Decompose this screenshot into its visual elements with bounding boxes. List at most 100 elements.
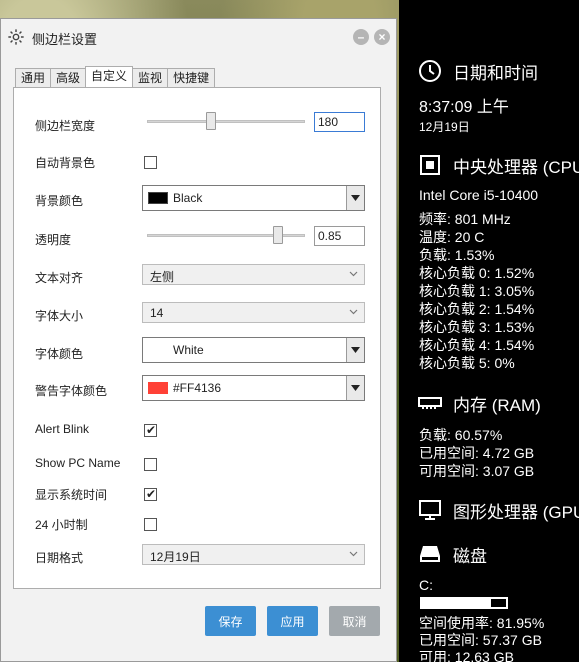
bg-color-label: 背景颜色 [35, 194, 84, 208]
date-format-value: 12月19日 [150, 550, 201, 564]
color-swatch [148, 344, 168, 356]
disk-title: 磁盘 [453, 546, 487, 566]
cpu-name: Intel Core i5-10400 [419, 187, 539, 203]
tab-monitor[interactable]: 监视 [132, 68, 169, 87]
ram-stat: 已用空间: 4.72 GB [419, 445, 535, 461]
gpu-header: 图形处理器 (GPU) [417, 497, 579, 523]
alert-font-color-label: 警告字体颜色 [35, 384, 108, 398]
disk-header: 磁盘 [417, 541, 487, 567]
sidebar-width-label: 侧边栏宽度 [35, 119, 96, 133]
font-color-value: White [173, 343, 204, 357]
disk-stat: 可用: 12.63 GB [419, 649, 514, 662]
cancel-button[interactable]: 取消 [329, 606, 380, 636]
gear-icon [8, 29, 24, 45]
text-align-label: 文本对齐 [35, 271, 84, 285]
chevron-down-icon [351, 385, 360, 391]
opacity-input[interactable]: 0.85 [314, 226, 365, 246]
minimize-icon: – [357, 30, 365, 44]
alert-font-color-value: #FF4136 [173, 381, 222, 395]
disk-icon [417, 541, 443, 567]
monitor-icon [417, 497, 443, 523]
current-time: 8:37:09 上午 [419, 99, 509, 116]
dialog-title: 侧边栏设置 [32, 32, 98, 47]
auto-bg-checkbox[interactable] [144, 156, 157, 169]
bg-color-value: Black [173, 191, 203, 205]
opacity-label: 透明度 [35, 233, 72, 247]
font-color-select[interactable]: White [142, 337, 365, 363]
gpu-title: 图形处理器 (GPU) [453, 502, 579, 522]
chevron-down-icon [349, 309, 358, 315]
close-icon: × [378, 30, 386, 44]
sidebar-width-slider-thumb[interactable] [206, 112, 217, 130]
cpu-stat: 温度: 20 C [419, 229, 485, 245]
cpu-stat: 核心负载 3: 1.53% [419, 319, 535, 335]
tab-advanced[interactable]: 高级 [50, 68, 87, 87]
show-pc-name-checkbox[interactable] [144, 458, 157, 471]
checkmark-icon: ✔ [146, 423, 157, 437]
minimize-button[interactable]: – [353, 29, 369, 45]
date-format-label: 日期格式 [35, 551, 84, 565]
ram-header: 内存 (RAM) [417, 390, 541, 416]
memory-icon [417, 390, 443, 416]
show-pc-name-label: Show PC Name [35, 456, 121, 470]
tab-general[interactable]: 通用 [15, 68, 52, 87]
checkmark-icon: ✔ [146, 487, 157, 501]
chevron-down-icon [351, 347, 360, 353]
disk-usage-fill [422, 599, 491, 607]
tab-bar: 通用 高级 自定义 监视 快捷键 [15, 66, 216, 87]
text-align-value: 左侧 [150, 270, 175, 284]
cpu-stat: 负载: 1.53% [419, 247, 495, 263]
dropdown-button[interactable] [346, 376, 364, 400]
clock-icon [417, 58, 443, 84]
font-size-label: 字体大小 [35, 309, 84, 323]
disk-usage-bar [420, 597, 508, 609]
current-date: 12月19日 [419, 120, 470, 134]
dropdown-button[interactable] [346, 338, 364, 362]
clock-24h-label: 24 小时制 [35, 518, 88, 532]
chevron-down-icon [349, 271, 358, 277]
tab-hotkeys[interactable]: 快捷键 [167, 68, 216, 87]
cpu-stat: 核心负载 5: 0% [419, 355, 515, 371]
auto-bg-label: 自动背景色 [35, 156, 96, 170]
dropdown-button[interactable] [346, 186, 364, 210]
disk-drive: C: [419, 577, 433, 593]
title-bar[interactable]: 侧边栏设置 – × [1, 19, 396, 55]
ram-stat: 可用空间: 3.07 GB [419, 463, 535, 479]
chevron-down-icon [351, 195, 360, 201]
sidebar-width-slider[interactable] [147, 120, 305, 123]
show-sys-time-checkbox[interactable]: ✔ [144, 487, 157, 501]
font-size-value: 14 [150, 306, 164, 320]
date-format-select[interactable]: 12月19日 [142, 544, 365, 565]
customize-panel: 侧边栏宽度 180 自动背景色 背景颜色 Black 透明度 0.85 文本对齐… [13, 87, 381, 589]
alert-font-color-select[interactable]: #FF4136 [142, 375, 365, 401]
cpu-stat: 核心负载 4: 1.54% [419, 337, 535, 353]
alert-blink-label: Alert Blink [35, 422, 90, 436]
apply-button[interactable]: 应用 [267, 606, 318, 636]
color-swatch [148, 382, 168, 394]
cpu-stat: 核心负载 1: 3.05% [419, 283, 535, 299]
cpu-stat: 核心负载 2: 1.54% [419, 301, 535, 317]
ram-stat: 负载: 60.57% [419, 427, 503, 443]
opacity-slider-thumb[interactable] [272, 226, 283, 244]
close-button[interactable]: × [374, 29, 390, 45]
bg-color-select[interactable]: Black [142, 185, 365, 211]
tab-customize[interactable]: 自定义 [85, 66, 134, 87]
clock-24h-checkbox[interactable] [144, 518, 157, 531]
sidebar-width-input[interactable]: 180 [314, 112, 365, 132]
cpu-stat: 频率: 801 MHz [419, 211, 511, 227]
font-color-label: 字体颜色 [35, 347, 84, 361]
save-button[interactable]: 保存 [205, 606, 256, 636]
color-swatch [148, 192, 168, 204]
system-monitor-sidebar: 日期和时间 8:37:09 上午 12月19日 中央处理器 (CPU) Inte… [399, 0, 579, 662]
disk-stat: 空间使用率: 81.95% [419, 615, 545, 631]
alert-blink-checkbox[interactable]: ✔ [144, 423, 157, 437]
datetime-title: 日期和时间 [453, 63, 538, 83]
ram-title: 内存 (RAM) [453, 395, 541, 415]
datetime-header: 日期和时间 [417, 58, 538, 84]
cpu-icon [417, 152, 443, 178]
cpu-header: 中央处理器 (CPU) [417, 152, 579, 178]
font-size-select[interactable]: 14 [142, 302, 365, 323]
chevron-down-icon [349, 551, 358, 557]
settings-dialog: 侧边栏设置 – × 通用 高级 自定义 监视 快捷键 侧边栏宽度 180 自动背… [0, 18, 397, 662]
text-align-select[interactable]: 左侧 [142, 264, 365, 285]
